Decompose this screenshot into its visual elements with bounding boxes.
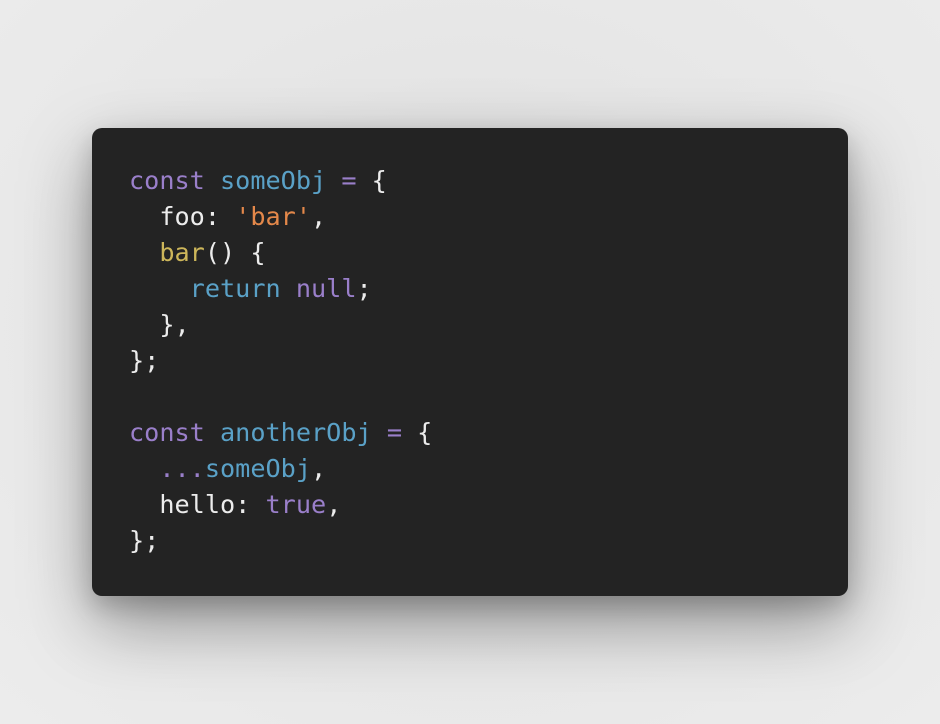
open-brace: { — [250, 238, 266, 267]
spread-operator: ... — [159, 454, 205, 483]
literal-null: null — [295, 274, 357, 303]
identifier-anotherobj: anotherObj — [220, 418, 372, 447]
string-bar: 'bar' — [235, 202, 312, 231]
code-line-9: ...someObj, — [129, 451, 432, 487]
code-line-7-blank — [129, 379, 432, 415]
code-line-2: foo: 'bar', — [129, 199, 432, 235]
code-line-5: }, — [129, 307, 432, 343]
code-snippet-window: const someObj = { foo: 'bar', bar() { re… — [92, 128, 848, 596]
comma: , — [326, 490, 342, 519]
code-line-6: }; — [129, 343, 432, 379]
code-line-1: const someObj = { — [129, 163, 432, 199]
keyword-return: return — [189, 274, 281, 303]
comma: , — [311, 454, 327, 483]
comma: , — [311, 202, 327, 231]
code-line-3: bar() { — [129, 235, 432, 271]
operator-assign: = — [386, 418, 402, 447]
code-line-8: const anotherObj = { — [129, 415, 432, 451]
code-line-11: }; — [129, 523, 432, 559]
keyword-const: const — [129, 166, 205, 195]
keyword-const: const — [129, 418, 205, 447]
colon: : — [204, 202, 221, 231]
method-bar: bar — [159, 238, 205, 267]
property-hello: hello — [159, 490, 236, 519]
parens: () — [204, 238, 236, 267]
operator-assign: = — [341, 166, 357, 195]
code-line-10: hello: true, — [129, 487, 432, 523]
close-brace-semicolon: }; — [129, 526, 160, 555]
identifier-someobj: someObj — [220, 166, 327, 195]
identifier-someobj: someObj — [204, 454, 311, 483]
close-brace-comma: }, — [159, 310, 190, 339]
code-block: const someObj = { foo: 'bar', bar() { re… — [129, 163, 432, 559]
open-brace: { — [371, 166, 387, 195]
property-foo: foo — [159, 202, 205, 231]
literal-true: true — [265, 490, 327, 519]
code-line-4: return null; — [129, 271, 432, 307]
semicolon: ; — [356, 274, 372, 303]
colon: : — [235, 490, 251, 519]
close-brace-semicolon: }; — [129, 346, 160, 375]
open-brace: { — [417, 418, 433, 447]
